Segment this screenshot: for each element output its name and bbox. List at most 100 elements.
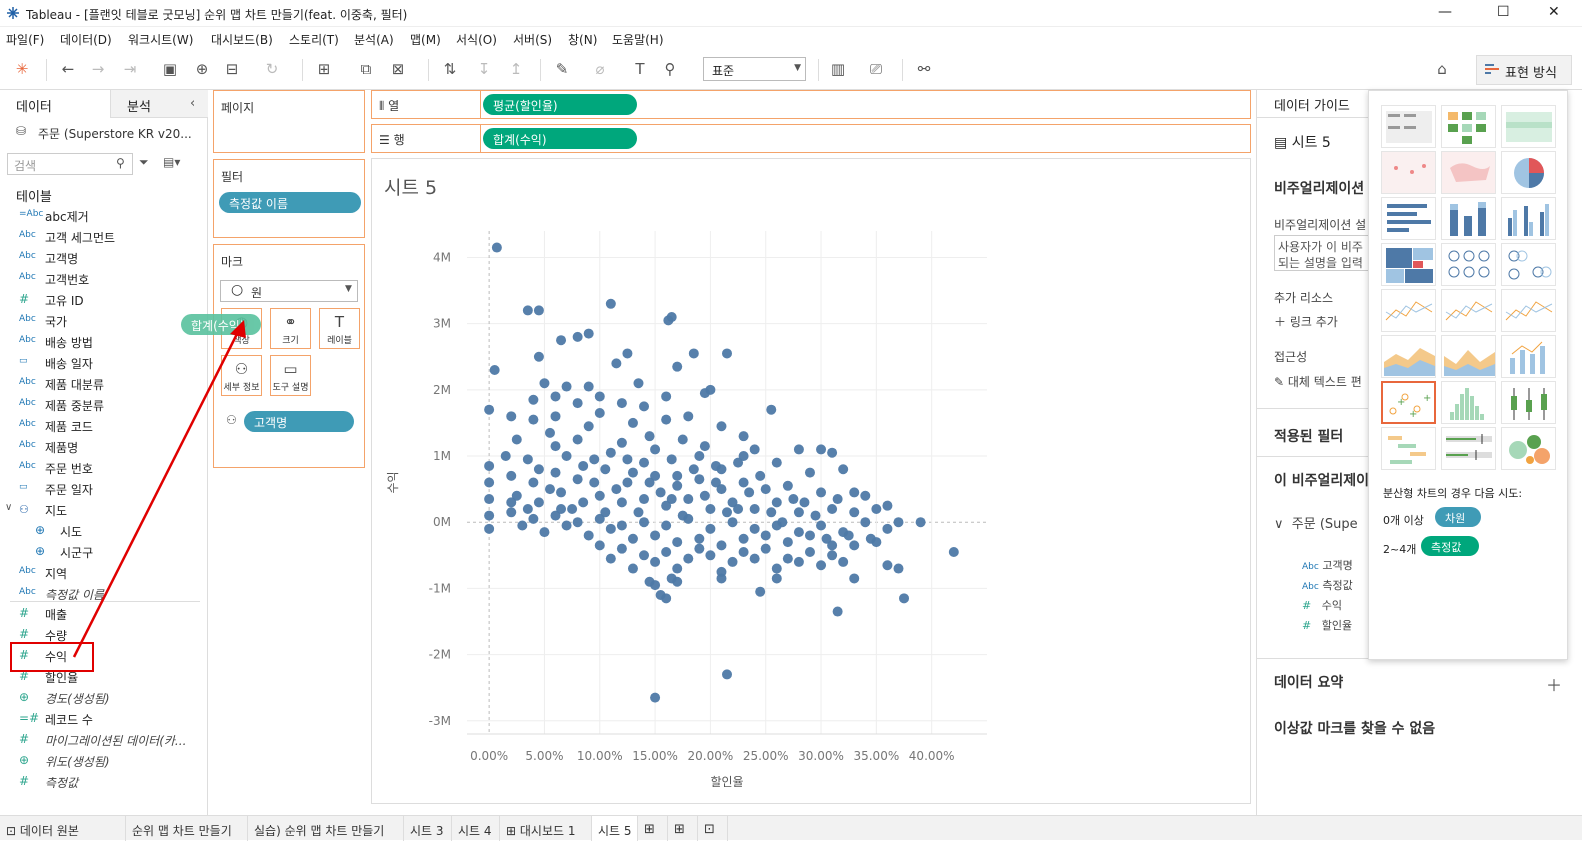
chart-type-scatter[interactable]: + + + [1381,381,1436,424]
chart-type-text[interactable] [1381,105,1436,148]
field-item[interactable]: ⚇ 지도 ∨ [0,500,205,520]
chart-type-histogram[interactable] [1441,381,1496,424]
chart-type-bullet[interactable] [1441,427,1496,470]
label-button[interactable]: T 레이블 [319,308,360,349]
rows-shelf[interactable]: ☰ 행 합계(수익) [371,124,1251,153]
tooltip-button[interactable]: ▭ 도구 설명 [270,355,311,396]
chart-type-pie[interactable] [1501,151,1556,194]
field-item[interactable]: Abc 국가 [0,311,205,331]
field-item[interactable]: # 고유 ID [0,290,205,310]
field-item[interactable]: ⊕ 경도(생성됨) [0,688,205,708]
chart-type-heatmap[interactable] [1441,105,1496,148]
undo-icon[interactable]: ← [58,59,78,79]
chart-type-stackbar[interactable] [1441,197,1496,240]
chart-type-boxplot[interactable] [1501,381,1556,424]
menu-worksheet[interactable]: 워크시트(W) [128,31,193,48]
detail-button[interactable]: ⚇ 세부 정보 [221,355,262,396]
menu-data[interactable]: 데이터(D) [60,31,112,48]
field-item[interactable]: Abc 제품 코드 [0,416,205,436]
menu-server[interactable]: 서버(S) [513,31,552,48]
field-item[interactable]: ⊕ 시군구 [0,542,205,562]
show-cards-icon[interactable]: ▥ [828,59,848,79]
expand-data-summary-icon[interactable]: ＋ [1546,672,1562,696]
field-item[interactable]: Abc 제품 대분류 [0,374,205,394]
field-item[interactable]: Abc 제품명 [0,437,205,457]
field-item[interactable]: ⊕ 시도 [0,521,205,541]
menu-dashboard[interactable]: 대시보드(B) [211,31,273,48]
chart-type-gantt[interactable] [1381,427,1436,470]
refresh-icon[interactable]: ↻ [262,59,282,79]
detail-pill-customer[interactable]: 고객명 [244,411,354,432]
chart-type-area[interactable] [1381,335,1436,378]
field-item[interactable]: ▭ 배송 일자 [0,353,205,373]
field-item[interactable]: Abc 지역 [0,563,205,583]
tableau-home-icon[interactable]: ✳ [12,59,32,79]
chart-type-area2[interactable] [1441,335,1496,378]
replay-icon[interactable]: ⇥ [120,59,140,79]
new-worksheet-tab-icon[interactable]: ⊞ [638,816,668,841]
field-item[interactable]: # 측정값 [0,772,205,792]
columns-pill-avg-discount[interactable]: 평균(할인율) [483,94,637,115]
tab-sheet-4[interactable]: 시트 4 [452,816,500,841]
show-me-button[interactable]: 표현 방식 [1476,55,1572,85]
field-item[interactable]: Abc 배송 방법 [0,332,205,352]
chart-type-symbolmap[interactable] [1381,151,1436,194]
menu-story[interactable]: 스토리(T) [289,31,339,48]
collapse-pane-icon[interactable]: ‹ [190,96,195,111]
size-button[interactable]: ⚭ 크기 [270,308,311,349]
menu-format[interactable]: 서식(O) [456,31,497,48]
show-labels-icon[interactable]: T [630,59,650,79]
highlight-icon[interactable]: ✎ [552,59,572,79]
tab-dashboard-1[interactable]: ⊞ 대시보드 1 [500,816,592,841]
filter-pill-measure-names[interactable]: 측정값 이름 [219,192,361,213]
tab-datasource[interactable]: ⊡ 데이터 원본 [0,816,126,841]
alt-text-button[interactable]: ✎ 대체 텍스트 편 [1274,373,1362,390]
new-datasource-icon[interactable]: ⊕ [192,59,212,79]
chart-type-hbar[interactable] [1381,197,1436,240]
chart-type-sidecircles[interactable] [1501,243,1556,286]
field-item[interactable]: Abc 제품 중분류 [0,395,205,415]
chart-type-line3[interactable] [1501,289,1556,332]
field-item[interactable]: ⊕ 위도(생성됨) [0,751,205,771]
filter-icon[interactable]: ⏷ [139,155,149,170]
chart-type-highlight[interactable] [1501,105,1556,148]
sort-descending-icon[interactable]: ↥ [506,59,526,79]
chart-type-dualbar[interactable] [1501,335,1556,378]
field-item[interactable]: Abc 주문 번호 [0,458,205,478]
menu-map[interactable]: 맵(M) [410,31,441,48]
fit-select[interactable]: 표준 ▼ [703,57,806,81]
add-link-button[interactable]: ＋ 링크 추가 [1274,313,1338,330]
datasource-item[interactable]: ⛁ 주문 (Superstore KR v20... [16,124,204,144]
chart-type-treemap[interactable] [1381,243,1436,286]
fix-axes-icon[interactable]: ⚲ [660,59,680,79]
menu-window[interactable]: 창(N) [568,31,597,48]
field-item[interactable]: =# 레코드 수 [0,709,205,729]
view-options-icon[interactable]: ▤▾ [163,155,180,169]
tab-sheet-5[interactable]: 시트 5 [592,816,638,841]
viz-description-input[interactable]: 사용자가 이 비주 되는 설명을 입력 [1274,235,1369,271]
field-item[interactable]: # 마이그레이션된 데이터(카... [0,730,205,750]
new-dashboard-tab-icon[interactable]: ⊞ [668,816,698,841]
scatter-chart[interactable]: 4M 3M 2M 1M 0M -1M -2M -3M 0.00% 5.00% 10.00% 15.00… [372,159,1250,803]
expand-chevron-icon[interactable]: ∨ [5,502,12,513]
tab-sheet-rank-map[interactable]: 순위 맵 차트 만들기 [126,816,248,841]
maximize-button[interactable]: ☐ [1497,4,1510,20]
pages-card[interactable]: 페이지 [213,90,365,153]
field-item[interactable]: Abc 고객번호 [0,269,205,289]
duplicate-sheet-icon[interactable]: ⧉ [356,59,376,79]
tab-data[interactable]: 데이터 [0,90,110,118]
format-painter-icon[interactable]: ⌂ [1432,59,1452,79]
save-icon[interactable]: ▣ [160,59,180,79]
redo-icon[interactable]: → [88,59,108,79]
field-item[interactable]: ▭ 주문 일자 [0,479,205,499]
pause-updates-icon[interactable]: ⊟ [222,59,242,79]
tab-sheet-practice[interactable]: 실습) 순위 맵 차트 만들기 [248,816,404,841]
chart-type-bubbles[interactable] [1501,427,1556,470]
field-item[interactable]: =Abc abc제거 [0,206,205,226]
sort-ascending-icon[interactable]: ↧ [474,59,494,79]
field-item[interactable]: Abc 고객명 [0,248,205,268]
chart-type-line[interactable] [1381,289,1436,332]
menu-analysis[interactable]: 분석(A) [354,31,394,48]
rows-pill-sum-profit[interactable]: 합계(수익) [483,128,637,149]
new-worksheet-icon[interactable]: ⊞ [314,59,334,79]
